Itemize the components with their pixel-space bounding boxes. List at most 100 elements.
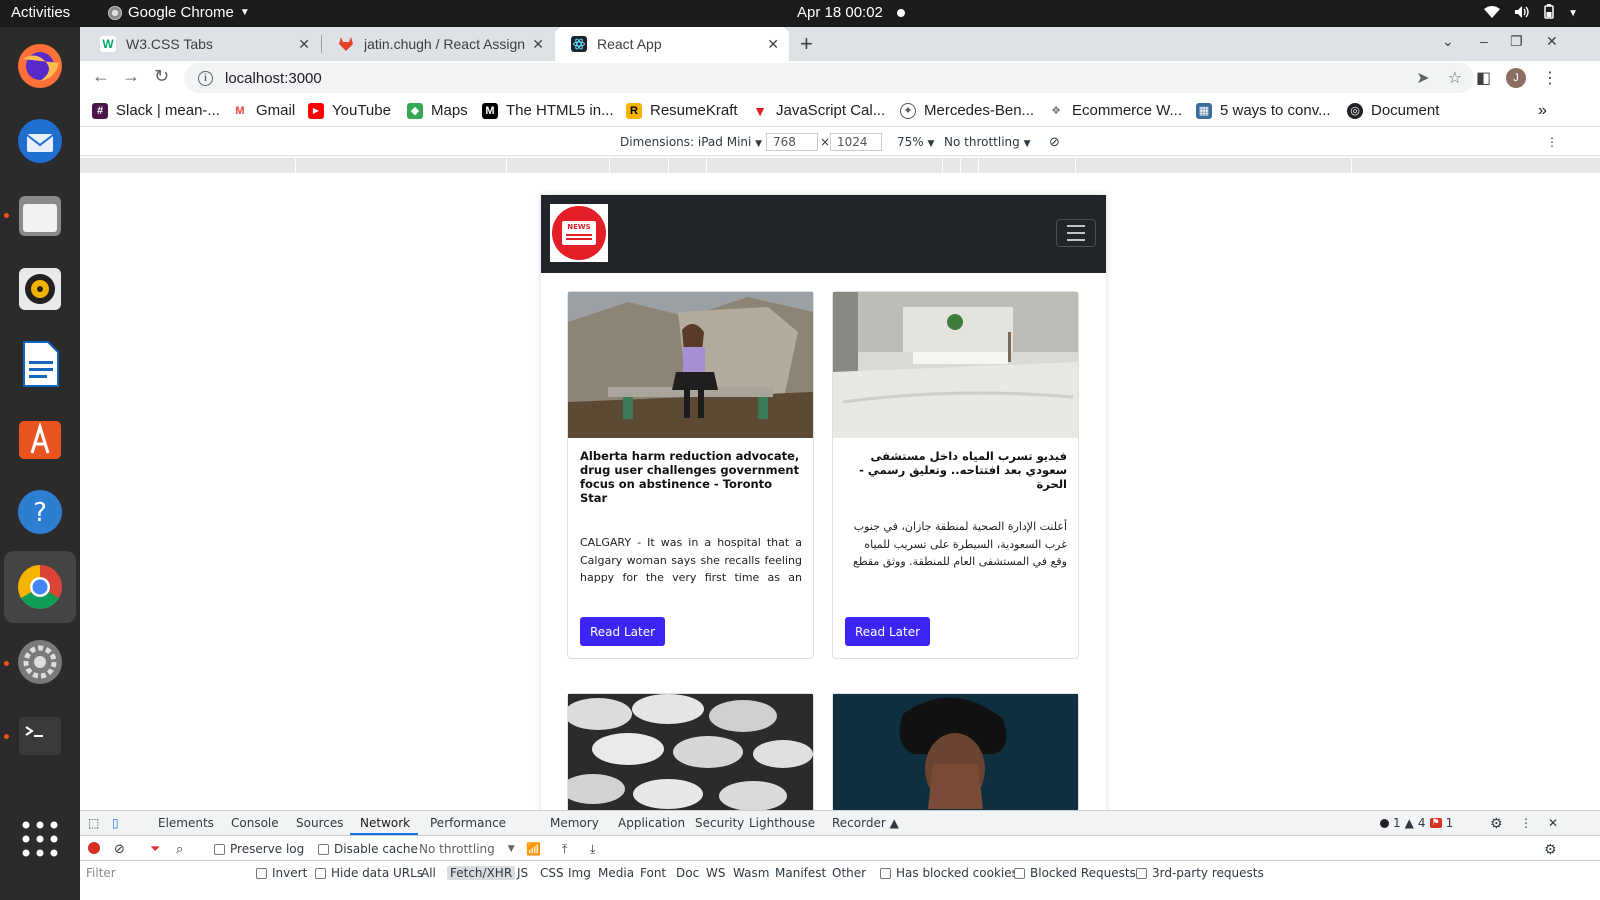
more-bookmarks-icon[interactable]: » [1538, 102, 1547, 120]
bookmark-mercedes[interactable]: ✦ Mercedes-Ben... [900, 102, 1034, 119]
third-party-requests-checkbox[interactable]: 3rd-party requests [1136, 866, 1264, 880]
disable-cache-checkbox[interactable]: Disable cache [318, 842, 418, 856]
bookmark-javascript[interactable]: ▼ JavaScript Cal... [752, 102, 885, 119]
url-text[interactable]: localhost:3000 [225, 70, 322, 87]
devtools-tab-console[interactable]: Console [231, 816, 279, 830]
read-later-button[interactable]: Read Later [845, 617, 931, 646]
show-applications-button[interactable] [12, 811, 68, 867]
filter-type-doc[interactable]: Doc [676, 866, 699, 880]
help-launcher[interactable]: ? [12, 484, 68, 540]
device-selector[interactable]: Dimensions: iPad Mini ▼ [620, 135, 762, 149]
close-icon[interactable]: ✕ [298, 36, 310, 53]
profile-avatar[interactable]: J [1506, 68, 1526, 88]
devtools-tab-memory[interactable]: Memory [550, 816, 599, 830]
device-width-input[interactable]: 768 [766, 133, 818, 151]
bookmark-star-icon[interactable]: ☆ [1448, 68, 1462, 88]
news-card-title[interactable]: Alberta harm reduction advocate, drug us… [580, 449, 802, 505]
devtools-tab-application[interactable]: Application [618, 816, 685, 830]
devtools-tab-elements[interactable]: Elements [158, 816, 214, 830]
bookmark-5-ways[interactable]: ▦ 5 ways to conv... [1196, 102, 1331, 119]
inspect-element-icon[interactable]: ⬚ [88, 816, 99, 830]
network-throttle-select[interactable]: No throttling ▼ [419, 842, 515, 856]
minimize-button[interactable]: – [1480, 33, 1488, 49]
filter-type-other[interactable]: Other [832, 866, 866, 880]
libreoffice-writer-launcher[interactable] [12, 336, 68, 392]
hide-data-urls-checkbox[interactable]: Hide data URLs [315, 866, 423, 880]
bookmark-resumekraft[interactable]: R ResumeKraft [626, 102, 738, 119]
close-icon[interactable]: ✕ [767, 36, 779, 53]
chrome-launcher[interactable] [4, 551, 76, 623]
clock[interactable]: Apr 18 00:02 [797, 4, 883, 21]
system-status-area[interactable]: ▼ [1484, 4, 1578, 23]
new-tab-button[interactable]: + [800, 31, 813, 57]
settings-launcher[interactable] [12, 634, 68, 690]
device-toolbar-toggle-icon[interactable]: ▯ [112, 816, 119, 830]
zoom-selector[interactable]: 75% ▼ [897, 135, 934, 149]
devtools-tab-performance[interactable]: Performance [430, 816, 506, 830]
filter-type-media[interactable]: Media [598, 866, 634, 880]
filter-icon[interactable]: ⏷ [150, 842, 160, 857]
filter-input[interactable]: Filter [86, 866, 116, 880]
tab-gitlab-repo[interactable]: jatin.chugh / React Assign ✕ [322, 27, 554, 61]
record-button[interactable] [88, 842, 100, 854]
devtools-tab-security[interactable]: Security [695, 816, 744, 830]
side-panel-icon[interactable]: ◧ [1476, 68, 1491, 88]
import-har-icon[interactable]: ⤒ [562, 842, 567, 857]
firefox-launcher[interactable] [12, 38, 68, 94]
software-launcher[interactable] [12, 410, 68, 466]
address-bar[interactable]: i localhost:3000 ➤ ☆ [184, 63, 1474, 93]
navbar-toggle-button[interactable] [1056, 219, 1096, 247]
has-blocked-cookies-checkbox[interactable]: Has blocked cookies [880, 866, 1018, 880]
issues-counter[interactable]: 1 ▲ 4 ⚑ 1 [1380, 816, 1453, 830]
filter-type-wasm[interactable]: Wasm [733, 866, 769, 880]
bookmark-html5[interactable]: M The HTML5 in... [482, 102, 614, 119]
news-card-title[interactable]: فيديو تسرب المياه داخل مستشفى سعودي بعد … [845, 449, 1067, 491]
close-window-button[interactable]: ✕ [1546, 33, 1558, 50]
filter-type-fetch-xhr[interactable]: Fetch/XHR [447, 866, 516, 880]
more-vert-icon[interactable]: ⋮ [1520, 816, 1532, 830]
gear-icon[interactable]: ⚙ [1544, 842, 1557, 858]
news-logo[interactable]: NEWS [550, 204, 608, 262]
clear-icon[interactable]: ⊘ [114, 842, 125, 857]
forward-arrow-icon[interactable]: → [122, 66, 140, 87]
device-height-input[interactable]: 1024 [830, 133, 882, 151]
bookmark-gmail[interactable]: M Gmail [232, 102, 295, 119]
filter-type-font[interactable]: Font [640, 866, 666, 880]
filter-type-img[interactable]: Img [568, 866, 591, 880]
filter-type-js[interactable]: JS [517, 866, 528, 880]
devtools-tab-network[interactable]: Network [360, 816, 410, 830]
tab-react-app[interactable]: React App ✕ [555, 27, 789, 61]
app-menu[interactable]: Google Chrome ▼ [108, 4, 250, 21]
bookmark-slack[interactable]: # Slack | mean-... [92, 102, 220, 119]
reload-icon[interactable]: ↻ [154, 66, 169, 87]
devtools-tab-recorder[interactable]: Recorder ▲ [832, 816, 899, 830]
info-icon[interactable]: i [198, 70, 213, 86]
filter-type-ws[interactable]: WS [706, 866, 725, 880]
throttle-selector[interactable]: No throttling ▼ [944, 135, 1031, 149]
wifi-settings-icon[interactable]: 📶 [526, 842, 541, 856]
more-vert-icon[interactable]: ⋮ [1542, 68, 1558, 88]
close-icon[interactable]: ✕ [532, 36, 544, 53]
bookmark-document[interactable]: ◎ Document [1347, 102, 1439, 119]
rotate-icon[interactable]: ⊘ [1049, 135, 1060, 150]
thunderbird-launcher[interactable] [12, 113, 68, 169]
bookmark-ecommerce[interactable]: ❖ Ecommerce W... [1048, 102, 1182, 119]
bookmark-maps[interactable]: ◆ Maps [407, 102, 468, 119]
files-launcher[interactable] [12, 187, 68, 243]
back-arrow-icon[interactable]: ← [92, 66, 110, 87]
invert-checkbox[interactable]: Invert [256, 866, 307, 880]
read-later-button[interactable]: Read Later [580, 617, 666, 646]
devtools-tab-lighthouse[interactable]: Lighthouse [749, 816, 815, 830]
tab-search-chevron-icon[interactable]: ⌄ [1442, 33, 1454, 50]
terminal-launcher[interactable] [12, 708, 68, 764]
bookmark-youtube[interactable]: ▶ YouTube [308, 102, 391, 119]
preserve-log-checkbox[interactable]: Preserve log [214, 842, 304, 856]
export-har-icon[interactable]: ⤓ [590, 842, 595, 857]
tab-w3css-tabs[interactable]: W W3.CSS Tabs ✕ [84, 27, 320, 61]
rhythmbox-launcher[interactable] [12, 261, 68, 317]
activities-button[interactable]: Activities [11, 4, 70, 21]
close-icon[interactable]: ✕ [1548, 816, 1558, 830]
devtools-tab-sources[interactable]: Sources [296, 816, 343, 830]
maximize-button[interactable]: ❐ [1510, 33, 1523, 50]
more-vert-icon[interactable]: ⋮ [1546, 135, 1558, 149]
